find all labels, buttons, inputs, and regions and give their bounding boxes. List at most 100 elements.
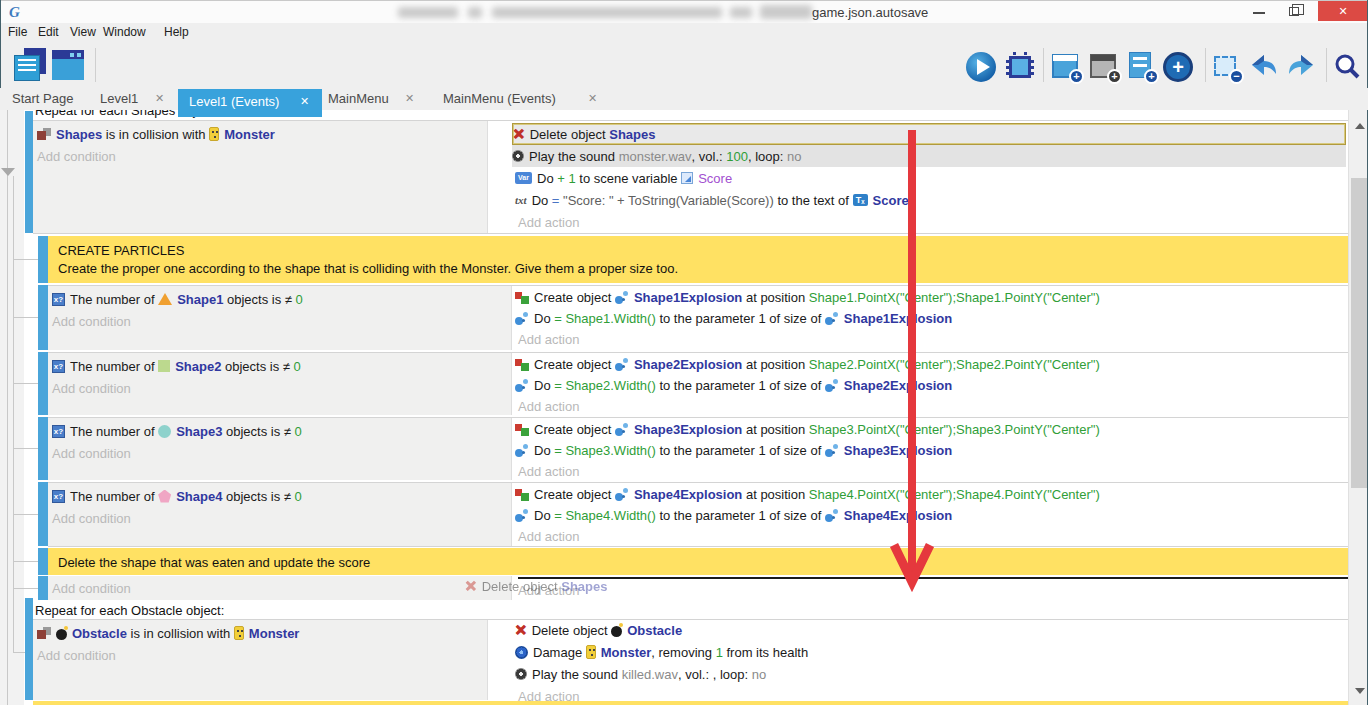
add-condition-link[interactable]: Add condition xyxy=(37,644,116,666)
bar xyxy=(38,285,48,350)
scroll-down-icon[interactable] xyxy=(1355,688,1365,694)
stub xyxy=(13,259,38,260)
hline xyxy=(33,619,1348,620)
drag-ghost-delete-shapes[interactable]: Delete object Shapes xyxy=(465,575,607,597)
comment-body[interactable]: Create the proper one according to the s… xyxy=(58,257,678,279)
action-create-shape2explosion[interactable]: Create object Shape2Explosion at positio… xyxy=(515,353,1100,375)
monster-icon xyxy=(209,127,219,141)
scroll-up-icon[interactable] xyxy=(1355,123,1365,129)
undo-button[interactable] xyxy=(1249,52,1279,82)
sound-icon xyxy=(515,668,527,680)
add-comment-button[interactable]: + xyxy=(1127,52,1157,82)
numof-icon xyxy=(52,425,65,438)
tree-child-line xyxy=(13,176,14,653)
app-logo-icon: G xyxy=(9,4,20,21)
blurred-title-text xyxy=(760,5,812,19)
action-create-shape3explosion[interactable]: Create object Shape3Explosion at positio… xyxy=(515,418,1100,440)
add-action-link[interactable]: Add action xyxy=(518,460,579,482)
bar xyxy=(38,352,48,415)
action-create-shape1explosion[interactable]: Create object Shape1Explosion at positio… xyxy=(515,286,1100,308)
add-condition-link[interactable]: Add condition xyxy=(52,507,131,529)
add-condition-link[interactable]: Add condition xyxy=(52,577,131,599)
action-size-shape4explosion[interactable]: Do = Shape4.Width() to the parameter 1 o… xyxy=(515,504,952,526)
comment-title[interactable]: Delete the shape that was eaten and upda… xyxy=(58,551,370,573)
vertical-scrollbar[interactable] xyxy=(1348,110,1368,705)
action-play-sound-monster[interactable]: Play the sound monster.wav, vol.: 100, l… xyxy=(512,145,1346,167)
particle-icon xyxy=(615,291,629,304)
title-bar: G game.json.autosave ✕ xyxy=(0,0,1368,23)
restore-button[interactable] xyxy=(1280,1,1310,21)
hline xyxy=(33,233,1348,234)
tab-level1[interactable]: Level1 xyxy=(100,91,138,106)
tab-start-page[interactable]: Start Page xyxy=(12,91,73,106)
minimize-button[interactable] xyxy=(1243,1,1273,21)
particle-icon xyxy=(615,358,629,371)
condition-count-shape3[interactable]: The number of Shape3 objects is ≠ 0 xyxy=(52,420,302,442)
stub xyxy=(13,588,38,589)
close-button[interactable]: ✕ xyxy=(1318,1,1368,21)
action-set-score-text[interactable]: Do = "Score: " + ToString(Variable(Score… xyxy=(515,189,909,211)
project-manager-icon[interactable] xyxy=(14,48,48,82)
close-tab-icon[interactable]: ✕ xyxy=(405,92,414,105)
add-condition-link[interactable]: Add condition xyxy=(52,377,131,399)
add-condition-link[interactable]: Add condition xyxy=(52,310,131,332)
sound-icon xyxy=(512,150,524,162)
delete-selection-button[interactable]: − xyxy=(1212,52,1242,82)
menu-window[interactable]: Window xyxy=(103,25,146,39)
add-action-link[interactable]: Add action xyxy=(518,395,579,417)
scrollbar-thumb[interactable] xyxy=(1351,178,1367,488)
bar xyxy=(38,417,48,480)
menu-help[interactable]: Help xyxy=(164,25,189,39)
particle-icon xyxy=(515,509,529,522)
condition-shapes-collision[interactable]: Shapes is in collision with Monster xyxy=(37,123,275,145)
scene-editor-icon[interactable] xyxy=(52,50,86,82)
particle-icon xyxy=(615,423,629,436)
action-size-shape3explosion[interactable]: Do = Shape3.Width() to the parameter 1 o… xyxy=(515,439,952,461)
events-sheet: Repeat for each Shapes object:Shapes is … xyxy=(0,110,1348,705)
event-header-repeat-obstacle[interactable]: Repeat for each Obstacle object: xyxy=(35,599,224,621)
menu-edit[interactable]: Edit xyxy=(38,25,59,39)
collision-icon xyxy=(37,128,51,140)
add-condition-link[interactable]: Add condition xyxy=(52,442,131,464)
redo-button[interactable] xyxy=(1286,52,1316,82)
tab-mainmenu[interactable]: MainMenu xyxy=(328,91,389,106)
action-delete-obstacle[interactable]: Delete object Obstacle xyxy=(515,619,682,641)
stub xyxy=(13,317,38,318)
action-size-shape1explosion[interactable]: Do = Shape1.Width() to the parameter 1 o… xyxy=(515,307,952,329)
shape2-icon xyxy=(158,360,170,372)
condition-obstacle-collision[interactable]: Obstacle is in collision with Monster xyxy=(37,622,299,644)
add-other-event-button[interactable]: + xyxy=(1163,52,1193,82)
condition-count-shape2[interactable]: The number of Shape2 objects is ≠ 0 xyxy=(52,355,301,377)
blurred-title-text xyxy=(492,7,722,18)
close-tab-icon[interactable]: ✕ xyxy=(155,92,164,105)
close-tab-icon[interactable]: ✕ xyxy=(588,92,597,105)
numof-icon xyxy=(52,293,65,306)
condition-count-shape1[interactable]: The number of Shape1 objects is ≠ 0 xyxy=(52,288,303,310)
add-action-link[interactable]: Add action xyxy=(518,525,579,547)
condition-count-shape4[interactable]: The number of Shape4 objects is ≠ 0 xyxy=(52,485,302,507)
add-subevent-button[interactable]: + xyxy=(1090,52,1120,82)
action-play-sound-killed[interactable]: Play the sound killed.wav, vol.: , loop:… xyxy=(515,663,766,685)
add-condition-link[interactable]: Add condition xyxy=(37,145,116,167)
tab-mainmenu-events[interactable]: MainMenu (Events) xyxy=(443,91,556,106)
action-create-shape4explosion[interactable]: Create object Shape4Explosion at positio… xyxy=(515,483,1100,505)
add-action-link[interactable]: Add action xyxy=(518,211,579,233)
action-add-score-variable[interactable]: Do + 1 to scene variable Score xyxy=(515,167,732,189)
action-size-shape2explosion[interactable]: Do = Shape2.Width() to the parameter 1 o… xyxy=(515,374,952,396)
play-button[interactable] xyxy=(966,52,996,82)
add-event-button[interactable]: + xyxy=(1052,52,1082,82)
close-tab-icon[interactable]: ✕ xyxy=(300,95,309,108)
tab-level1-events[interactable]: Level1 (Events) ✕ xyxy=(178,89,322,117)
particle-icon xyxy=(825,509,839,522)
action-delete-shapes[interactable]: Delete object Shapes xyxy=(512,123,1346,145)
particle-icon xyxy=(825,444,839,457)
debug-button[interactable] xyxy=(1005,52,1035,82)
tx-icon xyxy=(853,194,868,206)
action-damage-monster[interactable]: Damage Monster, removing 1 from its heal… xyxy=(515,641,808,663)
bar xyxy=(25,598,33,700)
stub xyxy=(13,652,25,653)
menu-file[interactable]: File xyxy=(8,25,27,39)
search-icon[interactable] xyxy=(1332,52,1362,82)
add-action-link[interactable]: Add action xyxy=(518,328,579,350)
menu-view[interactable]: View xyxy=(70,25,96,39)
